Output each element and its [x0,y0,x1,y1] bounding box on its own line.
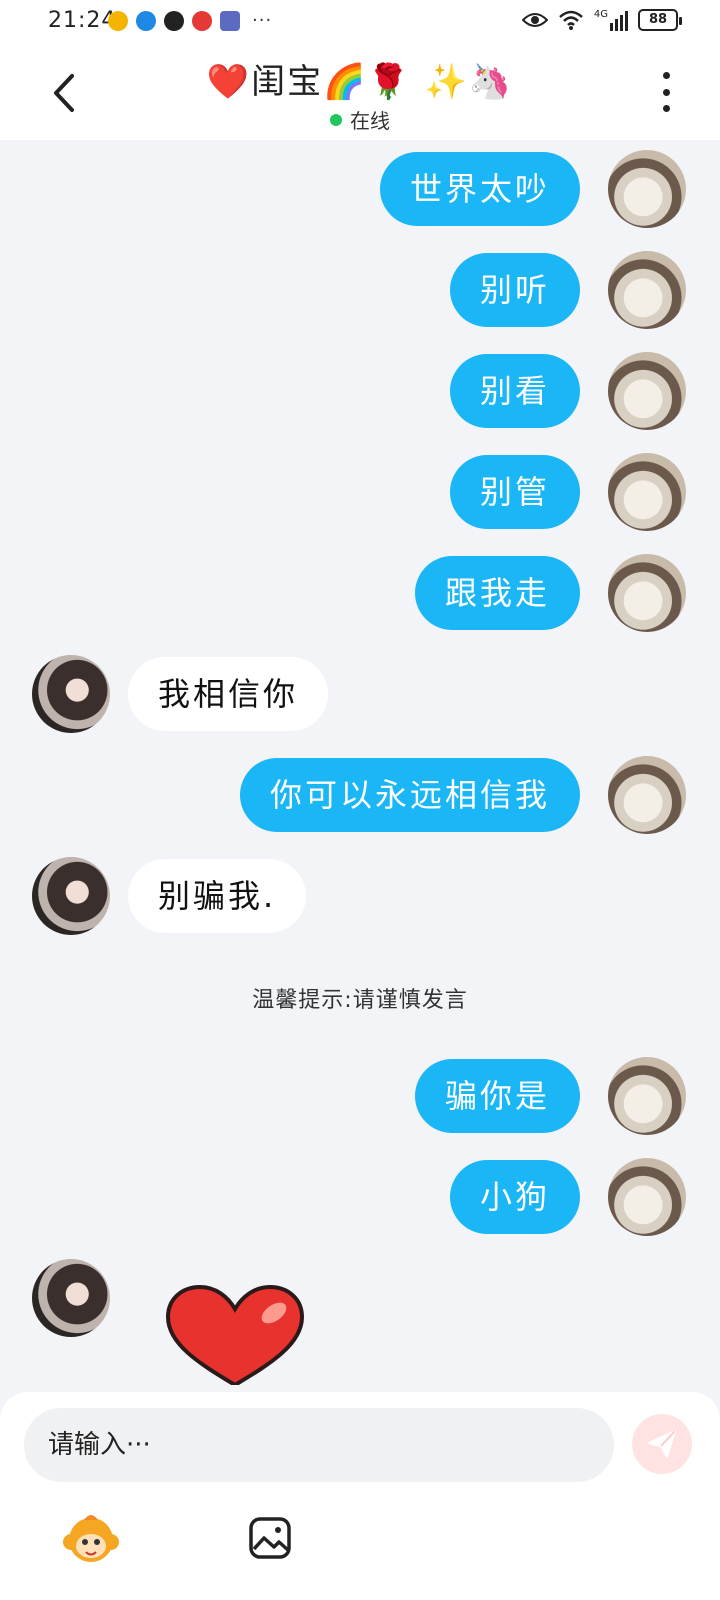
message-row [0,1259,720,1339]
my-avatar[interactable] [608,756,686,834]
my-message-bubble[interactable]: 别听 [449,253,580,327]
message-row: 你可以永远相信我 [0,756,720,836]
status-bar: 21:24 ··· 4G 88 [0,0,720,44]
more-dot [662,88,670,96]
wifi-icon [559,10,583,30]
contact-avatar[interactable] [32,655,110,733]
message-list[interactable]: 世界太吵 别听 别看 别管 跟我走 我相信你 你可以永远相信我 别骗我. 温馨提… [0,140,720,1390]
my-avatar[interactable] [608,1057,686,1135]
my-message-bubble[interactable]: 跟我走 [414,556,580,630]
contact-avatar[interactable] [32,857,110,935]
signal-bar [625,11,628,31]
my-message-bubble[interactable]: 小狗 [449,1160,580,1234]
more-vert-icon[interactable] [660,72,672,112]
contact-message-bubble[interactable]: 别骗我. [128,859,307,933]
message-row: 世界太吵 [0,150,720,230]
more-dot [662,105,670,112]
online-status-label: 在线 [350,109,390,133]
chat-title: ❤️闺宝🌈🌹 ✨🦄 [206,62,514,102]
message-row: 别听 [0,251,720,331]
chat-header: ❤️闺宝🌈🌹 ✨🦄 在线 [0,44,720,140]
my-message-bubble[interactable]: 别看 [449,354,580,428]
battery-icon: 88 [638,9,682,31]
shop-notification-icon [192,10,212,31]
status-right: 4G 88 [521,9,682,31]
my-message-bubble[interactable]: 世界太吵 [379,152,580,226]
message-row: 别骗我. [0,857,720,937]
app-notification-icon [108,10,128,31]
message-row: 我相信你 [0,655,720,735]
notification-icons: ··· [108,10,272,31]
system-notice: 温馨提示:请谨慎发言 [252,988,468,1013]
send-icon [648,1430,676,1458]
send-button[interactable] [632,1414,692,1474]
more-notifications: ··· [252,10,273,31]
message-row: 骗你是 [0,1057,720,1137]
edu-notification-icon [220,10,240,31]
my-avatar[interactable] [608,554,686,632]
monkey-emoji-icon[interactable] [62,1512,120,1570]
heart-sticker[interactable] [162,1285,308,1385]
online-dot-icon [330,113,342,126]
signal-icon: 4G [594,9,628,31]
signal-bar [615,19,618,31]
message-row: 别管 [0,453,720,533]
signal-bar [610,23,613,31]
browser-notification-icon [136,10,156,31]
qq-notification-icon [164,10,184,31]
composer [0,1392,720,1600]
message-input[interactable] [24,1408,614,1482]
online-status: 在线 [330,105,390,134]
status-time: 21:24 [48,8,117,33]
my-avatar[interactable] [608,453,686,531]
my-message-bubble[interactable]: 你可以永远相信我 [239,758,580,832]
image-icon[interactable] [248,1516,292,1560]
more-dot [662,72,670,79]
message-row: 别看 [0,352,720,432]
my-message-bubble[interactable]: 别管 [449,455,580,529]
contact-avatar[interactable] [32,1259,110,1337]
my-avatar[interactable] [608,352,686,430]
my-avatar[interactable] [608,1158,686,1236]
eye-icon [521,13,548,27]
message-row: 小狗 [0,1158,720,1238]
contact-message-bubble[interactable]: 我相信你 [128,657,329,731]
title-block: ❤️闺宝🌈🌹 ✨🦄 在线 [0,54,720,134]
signal-bar [620,15,623,31]
my-message-bubble[interactable]: 骗你是 [414,1059,580,1133]
message-row: 跟我走 [0,554,720,634]
my-avatar[interactable] [608,251,686,329]
my-avatar[interactable] [608,150,686,228]
network-type: 4G [593,9,608,20]
